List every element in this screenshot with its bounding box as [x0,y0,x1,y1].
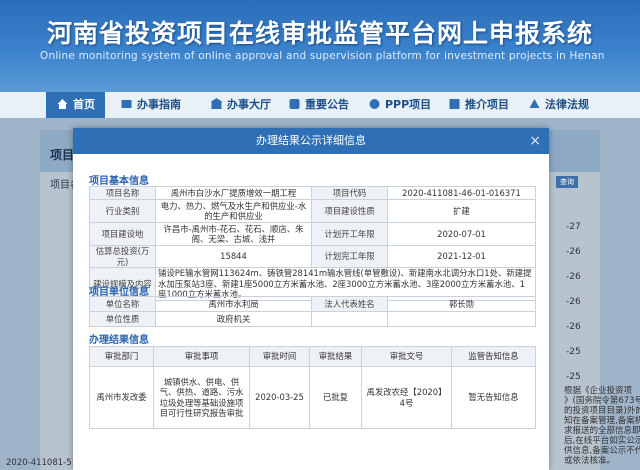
location-value: 许昌市-禹州市-花石、花石、顺店、朱阁、无梁、古城、浅井 [155,222,312,246]
supervision-info: 暂无告知信息 [451,366,536,429]
basic-info-table: 项目名称 禹州市白沙水厂提质增效一期工程 项目代码 2020-411081-46… [89,186,536,301]
column-header: 审批部门 [89,346,154,367]
unit-nature-label: 单位性质 [89,311,156,327]
project-code-label: 项目代码 [311,186,388,200]
book-icon [121,100,132,108]
law-icon [529,99,540,108]
approval-doc-number: 禹发改农经【2020】4号 [361,366,452,429]
ppp-icon [369,99,380,109]
nature-value: 扩建 [387,199,536,223]
investment-value: 15844 [155,245,312,268]
notice-icon [289,99,300,109]
side-number: -26 [566,297,581,307]
section-result-title: 办理结果信息 [89,335,149,346]
column-header: 审批文号 [361,346,452,367]
location-label: 项目建设地 [89,222,156,246]
home-icon [57,99,68,109]
side-number: -25 [566,347,581,357]
side-number: -25 [566,372,581,382]
search-button[interactable]: 查询 [556,176,578,188]
nav-item-notice[interactable]: 重要公告 [288,92,349,118]
unit-info-table: 单位名称 禹州市水利局 法人代表姓名 郭长勋 单位性质 政府机关 [89,296,536,327]
side-number: -26 [566,322,581,332]
nav-item-ppp[interactable]: PPP项目 [368,92,431,118]
approval-result: 已批复 [309,366,362,429]
start-date-label: 计划开工年限 [311,222,388,246]
promote-icon [449,99,460,109]
industry-label: 行业类别 [89,199,156,223]
approval-date: 2020-03-25 [249,366,310,429]
nav-item-hall[interactable]: 办事大厅 [210,92,271,118]
finish-date-value: 2021-12-01 [387,245,536,268]
site-title: 河南省投资项目在线审批监管平台网上申报系统 [46,19,593,48]
result-detail-dialog: 办理结果公示详细信息 × 项目基本信息 项目名称 禹州市白沙水厂提质增效一期工程… [73,128,549,470]
dialog-title: 办理结果公示详细信息 [256,134,366,147]
approval-result-table: 审批部门 审批事项 审批时间 审批结果 审批文号 监管告知信息 禹州市发改委 城… [89,346,536,429]
approval-dept: 禹州市发改委 [89,366,154,429]
legal-rep-value: 郭长勋 [387,296,536,312]
close-icon[interactable]: × [529,128,541,154]
dialog-header: 办理结果公示详细信息 × [73,128,549,154]
side-number: -27 [566,222,581,232]
nav-item-law[interactable]: 法律法规 [528,92,589,118]
side-number: -26 [566,272,581,282]
table-row: 禹州市发改委 城镇供水、供电、供气、供热、道路、污水垃圾处理等基础设施项目可行性… [89,366,536,429]
column-header: 审批事项 [153,346,250,367]
unit-name-label: 单位名称 [89,296,156,312]
project-code-value: 2020-411081-46-01-016371 [387,186,536,200]
unit-nature-value: 政府机关 [155,311,312,327]
start-date-value: 2020-07-01 [387,222,536,246]
nav-item-guide[interactable]: 办事指南 [120,92,181,118]
project-name-label: 项目名称 [89,186,156,200]
hall-icon [210,98,223,109]
column-header: 审批时间 [249,346,310,367]
approval-matter: 城镇供水、供电、供气、供热、道路、污水垃圾处理等基础设施项目可行性研究报告审批 [153,366,250,429]
project-name-value: 禹州市白沙水厂提质增效一期工程 [155,186,312,200]
finish-date-label: 计划完工年限 [311,245,388,268]
panel-title: 项目 [50,148,75,162]
header-banner: 河南省投资项目在线审批监管平台网上申报系统 Online monitoring … [0,0,640,92]
column-header: 审批结果 [309,346,362,367]
section-basic-title: 项目基本信息 [89,176,149,187]
notice-text: 或依法核准。 [564,456,616,466]
legal-rep-label: 法人代表姓名 [311,296,388,312]
industry-value: 电力、热力、燃气及水生产和供应业-水的生产和供应业 [155,199,312,223]
nav-item-promote[interactable]: 推介项目 [448,92,509,118]
main-nav: 首页 办事指南 办事大厅 重要公告 PPP项目 推介项目 法律法规 [0,92,640,119]
unit-name-value: 禹州市水利局 [155,296,312,312]
column-header: 监管告知信息 [451,346,536,367]
investment-label: 估算总投资(万元) [89,245,156,268]
nav-item-home[interactable]: 首页 [46,92,105,118]
nature-label: 项目建设性质 [311,199,388,223]
side-number: -26 [566,247,581,257]
site-subtitle: Online monitoring system of online appro… [40,50,605,62]
